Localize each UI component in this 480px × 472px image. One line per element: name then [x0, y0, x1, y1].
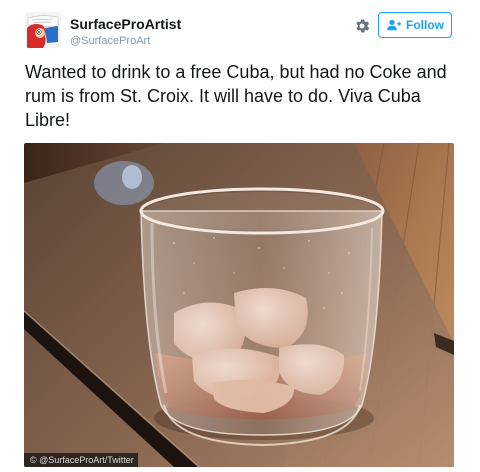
- tweet-photo[interactable]: © @SurfaceProArt/Twitter: [24, 143, 454, 467]
- gear-icon[interactable]: [351, 15, 373, 37]
- photo-credit: © @SurfaceProArt/Twitter: [24, 453, 138, 467]
- rum-glass-photo: [24, 143, 454, 467]
- avatar-illustration: [25, 12, 61, 48]
- user-handle[interactable]: @SurfaceProArt: [70, 35, 150, 47]
- follow-button[interactable]: Follow: [378, 12, 452, 38]
- tweet-text: Wanted to drink to a free Cuba, but had …: [25, 62, 447, 130]
- add-user-icon: [387, 19, 401, 31]
- follow-label: Follow: [406, 18, 444, 32]
- avatar[interactable]: [25, 12, 61, 48]
- display-name[interactable]: SurfaceProArtist: [70, 16, 181, 32]
